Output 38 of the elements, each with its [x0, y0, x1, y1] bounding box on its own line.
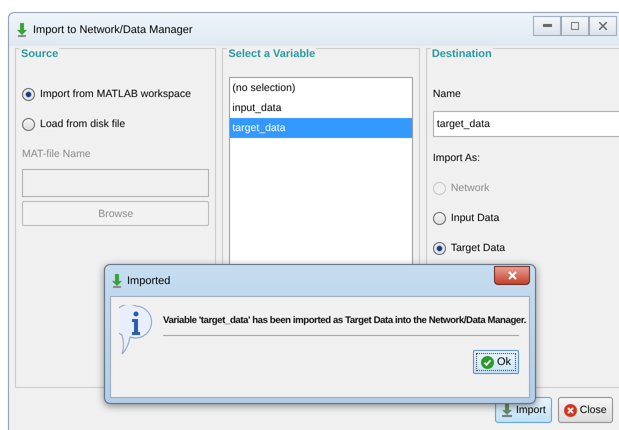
radio-label: Import from MATLAB workspace — [40, 88, 191, 100]
radio-label: Input Data — [450, 212, 500, 224]
file-name-field[interactable] — [22, 169, 210, 197]
minimize-button[interactable] — [533, 16, 561, 36]
radio-button[interactable] — [22, 88, 35, 100]
field-label: MAT-file Name — [22, 147, 92, 162]
close-button[interactable] — [589, 16, 617, 36]
panel-title: Destination — [430, 48, 493, 60]
close-icon — [508, 271, 516, 280]
maximize-icon — [571, 22, 579, 30]
radio-label: Load from disk file — [40, 118, 126, 130]
list-item[interactable]: (no selection) — [230, 78, 412, 98]
close-icon — [599, 22, 607, 30]
radio-button[interactable] — [432, 242, 446, 254]
dialog-message: Variable 'target_data' has been imported as Target Data into the Network/Data Manager. — [163, 314, 526, 327]
dialog-title: Imported — [127, 274, 172, 286]
check-icon — [480, 356, 494, 368]
info-icon — [119, 305, 153, 357]
window-title: Import to Network/Data Manager — [33, 24, 194, 36]
field-label: Name — [432, 87, 462, 102]
close-button[interactable]: Close — [558, 397, 613, 423]
panel-title: Select a Variable — [227, 48, 316, 60]
download-arrow-icon — [17, 22, 27, 36]
name-field[interactable]: target_data — [432, 111, 619, 137]
radio-label: Network — [450, 182, 490, 194]
ok-button[interactable]: Ok — [473, 350, 519, 374]
field-label: Import As: — [432, 151, 482, 166]
minimize-icon — [542, 24, 552, 27]
radio-button[interactable] — [22, 118, 35, 130]
close-button[interactable] — [494, 266, 530, 285]
download-arrow-icon — [112, 274, 122, 288]
import-icon — [501, 404, 513, 416]
panel-title: Source — [20, 48, 60, 60]
error-icon — [564, 404, 577, 416]
radio-label: Target Data — [450, 242, 506, 254]
list-item[interactable]: input_data — [230, 98, 412, 118]
radio-button[interactable] — [432, 212, 446, 224]
maximize-button[interactable] — [561, 16, 589, 36]
